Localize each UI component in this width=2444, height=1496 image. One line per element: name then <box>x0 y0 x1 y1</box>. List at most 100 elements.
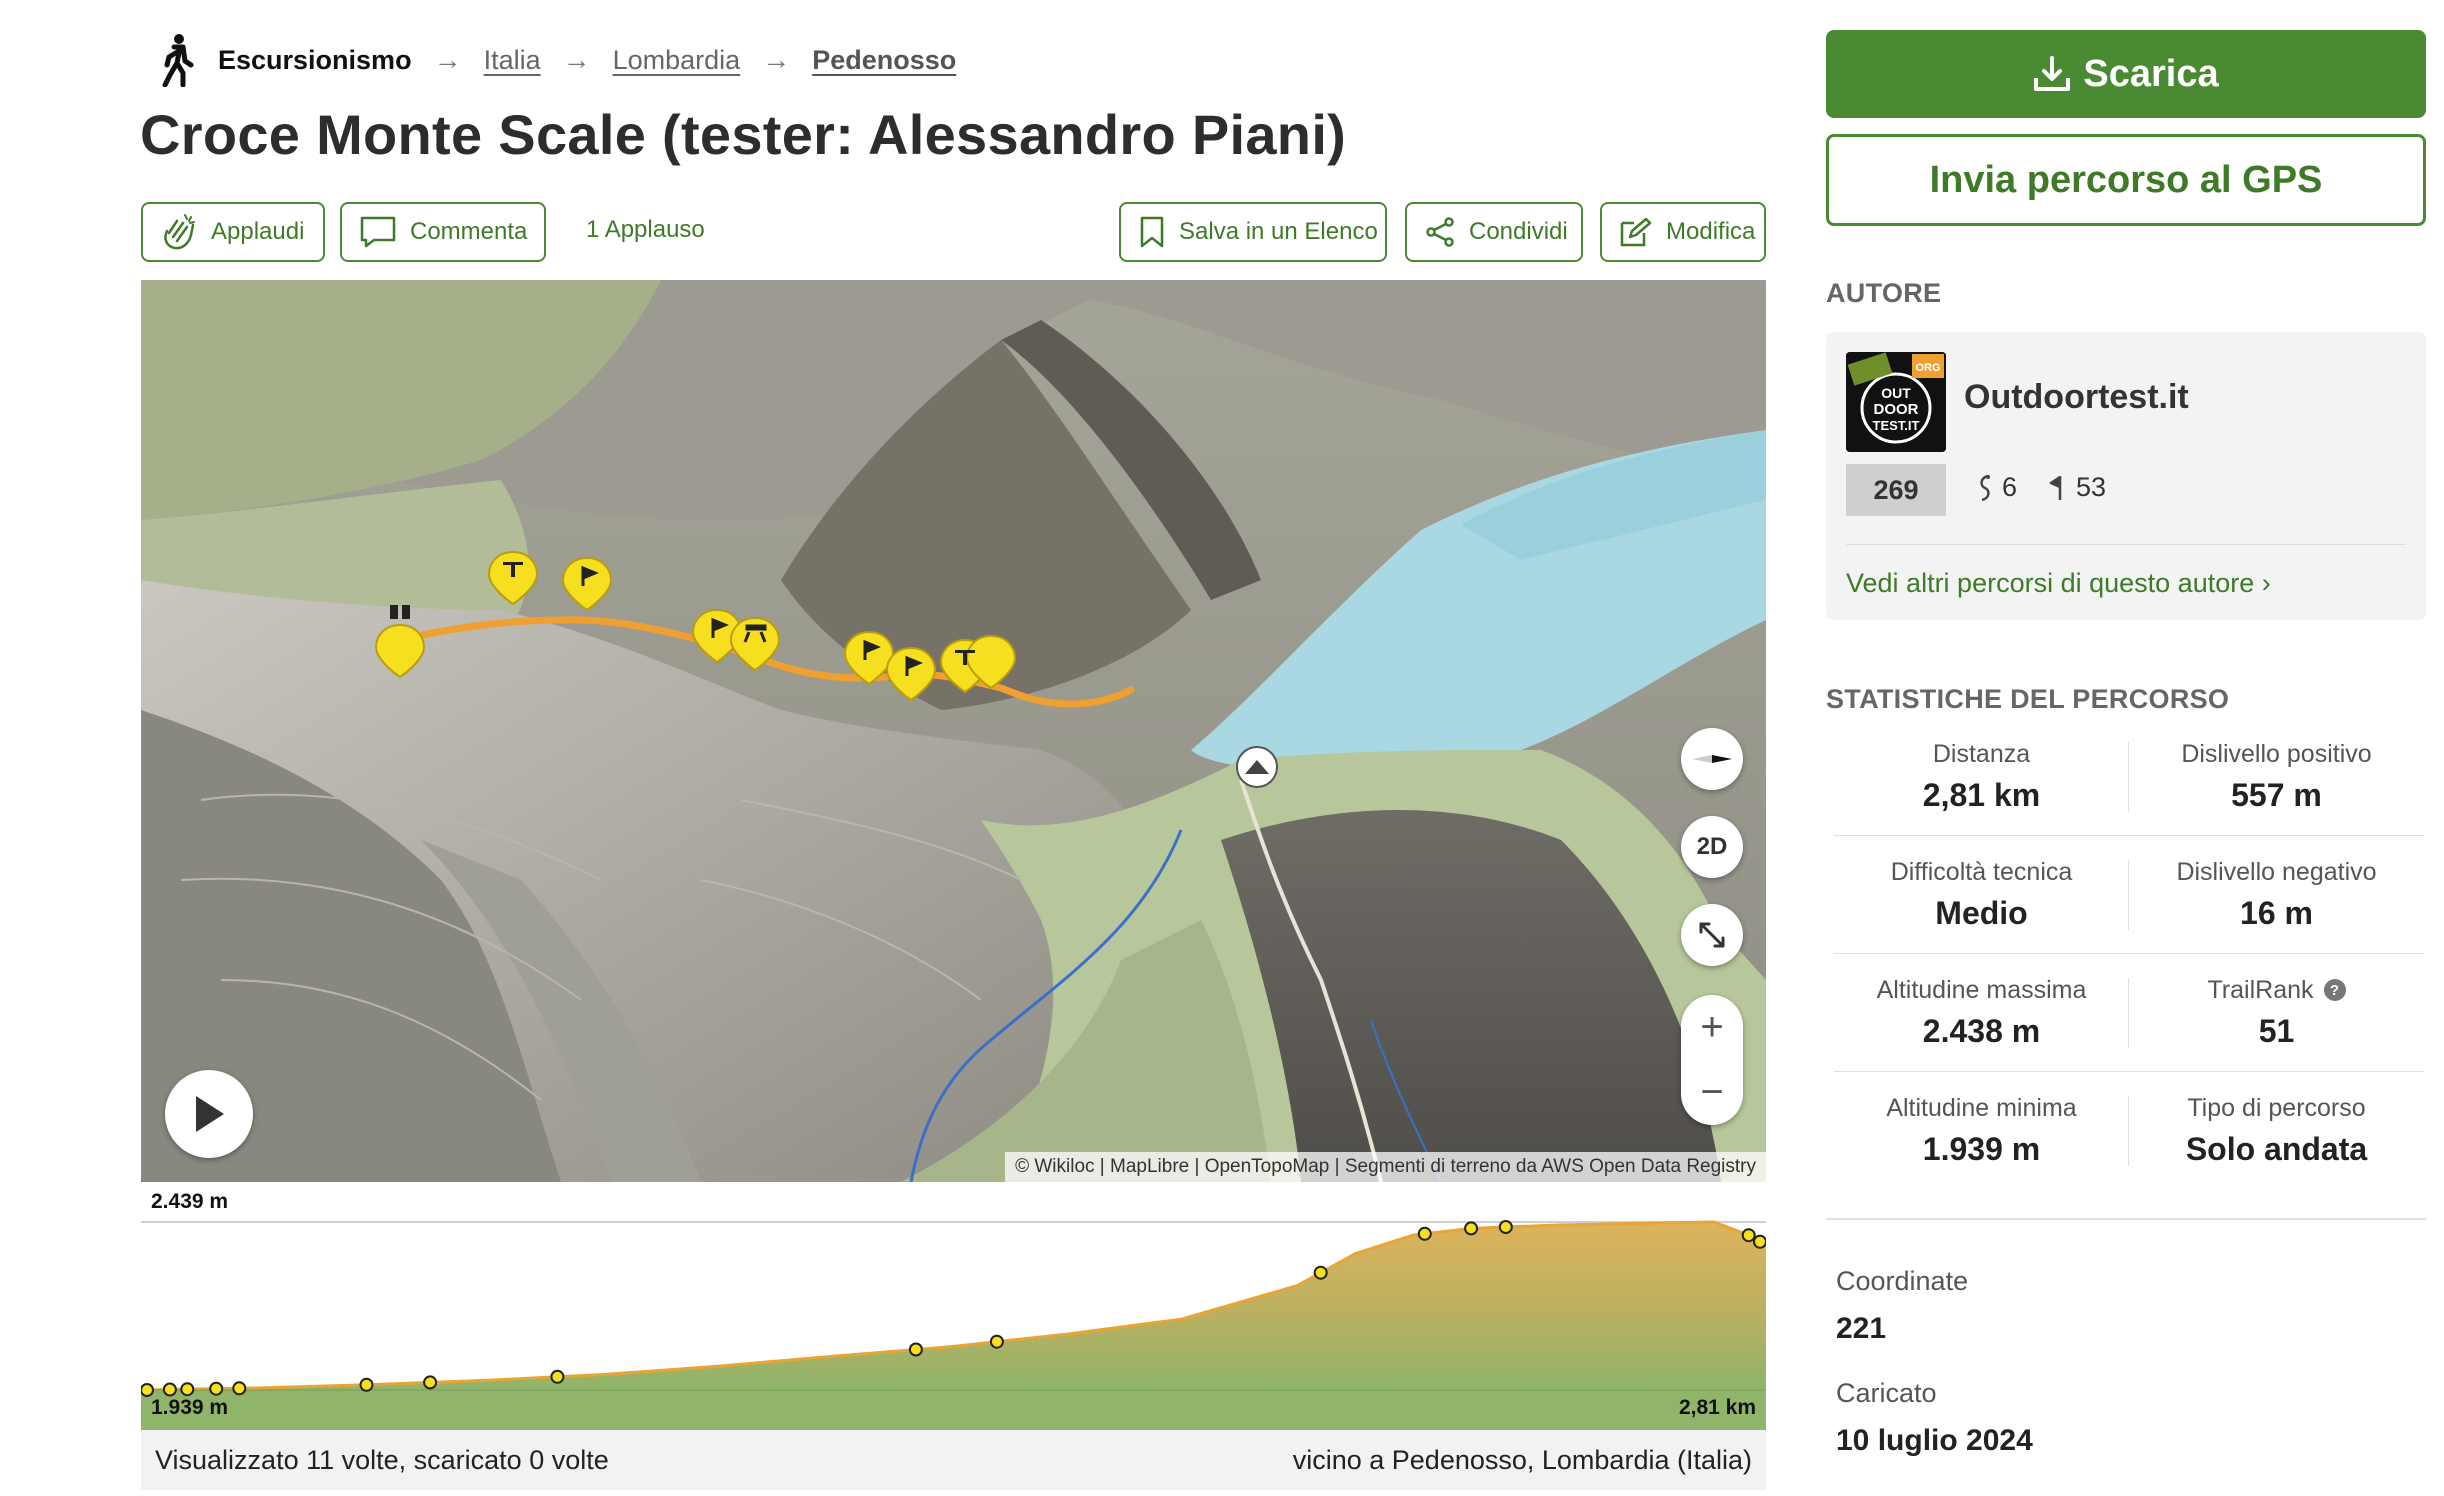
save-list-label: Salva in un Elenco <box>1179 218 1378 245</box>
author-name[interactable]: Outdoortest.it <box>1964 378 2189 417</box>
edit-icon <box>1620 217 1652 247</box>
stat-trailrank: TrailRank ? 51 <box>2129 954 2424 1071</box>
views-text: Visualizzato 11 volte, scaricato 0 volte <box>155 1444 609 1475</box>
author-divider <box>1846 544 2406 545</box>
followers-count: 6 <box>2002 472 2018 502</box>
applaud-button[interactable]: Applaudi <box>141 202 325 262</box>
arrow-right-icon: → <box>433 44 462 75</box>
elevation-waypoint[interactable] <box>1464 1221 1479 1236</box>
hiker-icon <box>156 32 196 88</box>
share-label: Condividi <box>1469 218 1568 245</box>
author-heading: AUTORE <box>1826 278 1942 308</box>
elevation-chart <box>140 1220 1767 1430</box>
zoom-in-button[interactable]: + <box>1681 995 1743 1060</box>
trail-map[interactable]: 2D + − © Wikiloc | MapLibre | OpenTopoMa… <box>141 280 1766 1182</box>
author-followers: 6 <box>1976 472 2017 503</box>
play-icon <box>196 1096 224 1132</box>
stat-route-type: Tipo di percorso Solo andata <box>2185 1094 2368 1167</box>
stat-difficulty: Difficoltà tecnica Medio <box>1834 836 2129 953</box>
comment-icon <box>360 216 396 248</box>
stat-min-altitude: Altitudine minima 1.939 m <box>1834 1072 2129 1190</box>
base-band <box>141 1390 1766 1430</box>
avatar-text-1: OUT <box>1881 385 1911 401</box>
map-attribution[interactable]: © Wikiloc | MapLibre | OpenTopoMap | Seg… <box>1005 1152 1766 1182</box>
applaud-label: Applaudi <box>211 218 305 245</box>
clap-icon <box>164 214 195 250</box>
view-mode-button[interactable]: 2D <box>1681 816 1743 878</box>
edit-label: Modifica <box>1666 218 1756 245</box>
download-icon <box>2034 56 2071 91</box>
fullscreen-button[interactable] <box>1681 904 1743 966</box>
author-avatar[interactable]: ORG OUT DOOR TEST.IT <box>1846 352 1946 452</box>
elevation-waypoint[interactable] <box>359 1377 374 1392</box>
zoom-controls: + − <box>1681 995 1743 1125</box>
elevation-waypoint[interactable] <box>550 1369 565 1384</box>
avatar-text-2: DOOR <box>1874 401 1919 418</box>
author-card: ORG OUT DOOR TEST.IT Outdoortest.it 269 … <box>1826 332 2426 620</box>
trailrank-label: TrailRank <box>2207 975 2314 1004</box>
bookmark-icon <box>1140 216 1164 248</box>
location-text: vicino a Pedenosso, Lombardia (Italia) <box>1292 1444 1752 1475</box>
share-button[interactable]: Condividi <box>1405 202 1583 262</box>
elevation-waypoint[interactable] <box>162 1382 177 1397</box>
followers-icon <box>1980 474 1990 501</box>
distance-label: 2,81 km <box>1678 1396 1756 1419</box>
elevation-waypoint[interactable] <box>1753 1234 1767 1249</box>
elevation-waypoint[interactable] <box>232 1381 247 1396</box>
compass-button[interactable] <box>1681 728 1743 790</box>
elevation-min-label: 1.939 m <box>151 1396 229 1419</box>
play-flyover-button[interactable] <box>165 1070 253 1158</box>
coords-label: Coordinate <box>1836 1266 1969 1296</box>
outdoortest-logo: ORG OUT DOOR TEST.IT <box>1846 352 1946 452</box>
elevation-waypoint[interactable] <box>140 1383 154 1397</box>
elevation-waypoint[interactable] <box>1741 1228 1756 1243</box>
stat-max-altitude: Altitudine massima 2.438 m <box>1834 954 2129 1071</box>
breadcrumb-category[interactable]: Escursionismo <box>218 45 412 76</box>
edit-button[interactable]: Modifica <box>1600 202 1766 262</box>
arrow-right-icon: → <box>562 44 591 75</box>
elevation-waypoint[interactable] <box>1498 1220 1513 1234</box>
terrain-view <box>141 280 1766 1182</box>
uploaded-value: 10 luglio 2024 <box>1836 1424 2033 1457</box>
elevation-waypoint[interactable] <box>1417 1226 1432 1241</box>
stats-heading: STATISTICHE DEL PERCORSO <box>1826 684 2230 714</box>
uploaded-label: Caricato <box>1836 1378 1937 1408</box>
comment-button[interactable]: Commenta <box>340 202 546 262</box>
zoom-out-button[interactable]: − <box>1681 1060 1743 1125</box>
trails-count: 53 <box>2076 472 2107 502</box>
applause-count[interactable]: 1 Applauso <box>586 216 705 244</box>
author-trails: 53 <box>2048 472 2106 503</box>
help-icon[interactable]: ? <box>2323 979 2346 1001</box>
trails-icon <box>2049 475 2062 500</box>
share-icon <box>1426 217 1454 247</box>
save-list-button[interactable]: Salva in un Elenco <box>1119 202 1387 262</box>
elevation-waypoint[interactable] <box>908 1342 923 1357</box>
elevation-waypoint[interactable] <box>989 1334 1004 1349</box>
elevation-max-label: 2.439 m <box>151 1190 229 1213</box>
coords-value: 221 <box>1836 1312 1887 1345</box>
breadcrumb-town[interactable]: Pedenosso <box>812 45 956 76</box>
elevation-waypoint[interactable] <box>209 1381 224 1396</box>
send-gps-button[interactable]: Invia percorso al GPS <box>1826 134 2426 226</box>
avatar-text-3: TEST.IT <box>1873 418 1920 433</box>
avatar-badge: ORG <box>1915 362 1940 374</box>
elevation-area <box>141 1222 1766 1390</box>
elevation-waypoint[interactable] <box>423 1375 438 1390</box>
page-title: Croce Monte Scale (tester: Alessandro Pi… <box>140 103 1347 166</box>
download-label: Scarica <box>2083 52 2219 95</box>
author-rank: 269 <box>1846 464 1946 516</box>
elevation-profile[interactable]: 2.439 m 1.939 m 2,81 km <box>140 1182 1767 1430</box>
breadcrumb-region[interactable]: Lombardia <box>613 45 741 76</box>
trail-stats: Distanza 2,81 km Dislivello positivo 557… <box>1834 718 2424 1190</box>
comment-label: Commenta <box>410 218 528 245</box>
stats-divider <box>1826 1218 2426 1220</box>
download-button[interactable]: Scarica <box>1826 30 2426 118</box>
breadcrumb-country[interactable]: Italia <box>484 45 541 76</box>
more-trails-link[interactable]: Vedi altri percorsi di questo autore › <box>1846 568 2271 599</box>
elevation-waypoint[interactable] <box>180 1382 195 1397</box>
elevation-waypoint[interactable] <box>1313 1265 1328 1280</box>
expand-icon <box>1699 922 1725 948</box>
stat-elevation-loss: Dislivello negativo 16 m <box>2176 857 2377 931</box>
breadcrumb: Escursionismo → Italia → Lombardia → Ped… <box>156 32 956 88</box>
stat-distance: Distanza 2,81 km <box>1834 718 2129 835</box>
